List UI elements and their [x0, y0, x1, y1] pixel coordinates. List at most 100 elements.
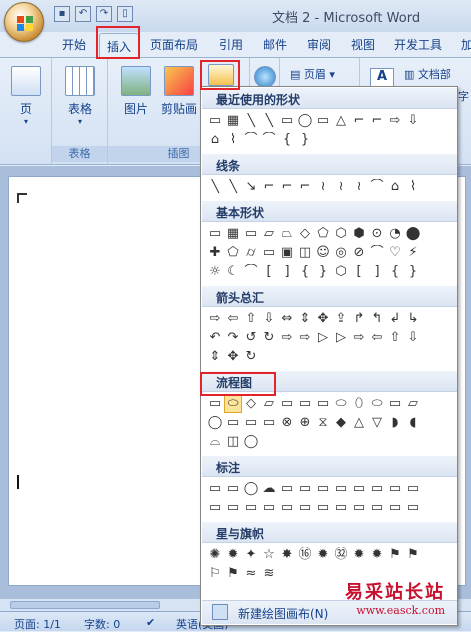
- shape-item[interactable]: ⌂: [207, 132, 223, 148]
- shape-item[interactable]: ☆: [261, 547, 277, 563]
- shape-item[interactable]: ⇕: [297, 311, 313, 327]
- shape-item[interactable]: ↳: [405, 311, 421, 327]
- shape-item[interactable]: ⇨: [351, 330, 367, 346]
- shape-item[interactable]: ≀: [333, 179, 349, 195]
- shape-item[interactable]: ]: [279, 264, 295, 280]
- shape-item[interactable]: △: [351, 415, 367, 431]
- shape-item[interactable]: ▭: [207, 396, 223, 412]
- shape-item[interactable]: ⇨: [207, 311, 223, 327]
- shape-item[interactable]: }: [405, 264, 421, 280]
- shape-item[interactable]: ◫: [297, 245, 313, 261]
- shape-item[interactable]: ▭: [387, 481, 403, 497]
- shape-item[interactable]: ▭: [279, 500, 295, 516]
- shape-item[interactable]: ▭: [225, 500, 241, 516]
- shape-item[interactable]: ⬭: [224, 395, 242, 413]
- shape-item[interactable]: ⊗: [279, 415, 295, 431]
- shape-item[interactable]: ⇨: [297, 330, 313, 346]
- shape-item[interactable]: ≀: [315, 179, 331, 195]
- shape-item[interactable]: ⇪: [333, 311, 349, 327]
- shape-item[interactable]: ≈: [243, 566, 259, 582]
- status-page[interactable]: 页面: 1/1: [14, 616, 61, 632]
- shape-item[interactable]: ⇨: [387, 113, 403, 129]
- new-doc-icon[interactable]: ▯: [117, 6, 133, 22]
- shape-item[interactable]: ◖: [405, 415, 421, 431]
- tab-home[interactable]: 开始: [62, 36, 86, 53]
- shape-item[interactable]: [: [261, 264, 277, 280]
- shape-item[interactable]: ▭: [225, 415, 241, 431]
- shape-item[interactable]: ▽: [369, 415, 385, 431]
- shape-item[interactable]: ⇦: [225, 311, 241, 327]
- shape-item[interactable]: ▭: [369, 481, 385, 497]
- shape-item[interactable]: ⬠: [225, 245, 241, 261]
- shape-item[interactable]: ⌐: [351, 113, 367, 129]
- shape-item[interactable]: ⬡: [333, 264, 349, 280]
- shape-item[interactable]: ◇: [243, 396, 259, 412]
- shape-item[interactable]: }: [315, 264, 331, 280]
- shape-item[interactable]: ☺: [315, 245, 331, 261]
- shape-item[interactable]: ▭: [315, 500, 331, 516]
- shape-item[interactable]: ⬠: [315, 226, 331, 242]
- shape-item[interactable]: ⌇: [225, 132, 241, 148]
- shape-item[interactable]: ⊘: [351, 245, 367, 261]
- shape-item[interactable]: ▭: [261, 245, 277, 261]
- shape-item[interactable]: ⚐: [207, 566, 223, 582]
- shape-item[interactable]: ㉜: [333, 547, 349, 563]
- shape-item[interactable]: ☾: [225, 264, 241, 280]
- shape-item[interactable]: ▭: [261, 415, 277, 431]
- shape-item[interactable]: {: [279, 132, 295, 148]
- shape-item[interactable]: ▭: [405, 500, 421, 516]
- shape-item[interactable]: ▭: [351, 500, 367, 516]
- header-button[interactable]: ▤ 页眉 ▾: [290, 66, 335, 82]
- shape-item[interactable]: ▭: [207, 481, 223, 497]
- shape-item[interactable]: △: [333, 113, 349, 129]
- shape-item[interactable]: ╲: [207, 179, 223, 195]
- shape-item[interactable]: ⌭: [243, 245, 259, 261]
- shape-item[interactable]: ▦: [225, 226, 241, 242]
- shape-item[interactable]: ▭: [207, 500, 223, 516]
- doc-parts-button[interactable]: ▥ 文档部: [404, 66, 451, 82]
- shape-item[interactable]: ]: [369, 264, 385, 280]
- shape-item[interactable]: ◗: [387, 415, 403, 431]
- shape-item[interactable]: ↷: [225, 330, 241, 346]
- shape-item[interactable]: ╲: [225, 179, 241, 195]
- shape-item[interactable]: ⬤: [405, 226, 421, 242]
- shape-item[interactable]: ◇: [297, 226, 313, 242]
- shape-item[interactable]: ▭: [315, 113, 331, 129]
- shape-item[interactable]: ╲: [243, 113, 259, 129]
- tab-review[interactable]: 审阅: [307, 36, 331, 53]
- shape-item[interactable]: ⊙: [369, 226, 385, 242]
- shape-item[interactable]: ▭: [207, 226, 223, 242]
- shape-item[interactable]: ▭: [315, 396, 331, 412]
- tab-mailings[interactable]: 邮件: [263, 36, 287, 53]
- status-words[interactable]: 字数: 0: [84, 616, 120, 632]
- shape-item[interactable]: ▭: [297, 500, 313, 516]
- shape-item[interactable]: ▦: [225, 113, 241, 129]
- shape-item[interactable]: ⏢: [279, 226, 295, 242]
- shape-item[interactable]: ▱: [261, 226, 277, 242]
- shape-item[interactable]: ▭: [297, 481, 313, 497]
- shape-item[interactable]: ☁: [261, 481, 277, 497]
- shape-item[interactable]: ⇕: [207, 349, 223, 365]
- shape-item[interactable]: ✦: [243, 547, 259, 563]
- shape-item[interactable]: ✹: [315, 547, 331, 563]
- shape-item[interactable]: ↰: [369, 311, 385, 327]
- shape-item[interactable]: ⬭: [333, 396, 349, 412]
- pages-button[interactable]: 页 ▾: [10, 66, 42, 126]
- shape-item[interactable]: ▭: [369, 500, 385, 516]
- shape-item[interactable]: ↺: [243, 330, 259, 346]
- shape-item[interactable]: ▭: [387, 396, 403, 412]
- shape-item[interactable]: ⌒: [369, 245, 385, 261]
- wordart-button[interactable]: A: [370, 68, 394, 88]
- shape-item[interactable]: ↲: [387, 311, 403, 327]
- shape-item[interactable]: ⑯: [297, 547, 313, 563]
- shape-item[interactable]: ▭: [315, 481, 331, 497]
- shape-item[interactable]: ♡: [387, 245, 403, 261]
- shape-item[interactable]: ⌒: [243, 264, 259, 280]
- clipart-button[interactable]: 剪贴画: [158, 66, 200, 117]
- tab-addins[interactable]: 加: [461, 36, 471, 53]
- shape-item[interactable]: ↱: [351, 311, 367, 327]
- shape-item[interactable]: ⚑: [405, 547, 421, 563]
- shape-item[interactable]: ▭: [243, 226, 259, 242]
- shape-item[interactable]: ▭: [351, 481, 367, 497]
- shape-item[interactable]: ◯: [297, 113, 313, 129]
